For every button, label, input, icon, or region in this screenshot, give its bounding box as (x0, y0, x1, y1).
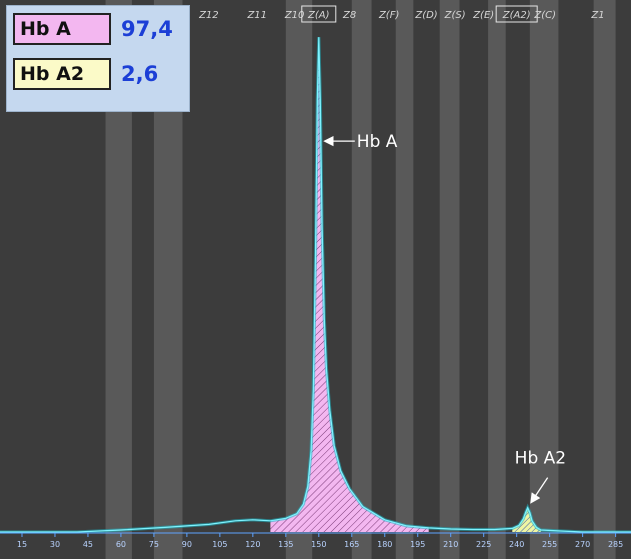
zone-band (395, 0, 414, 559)
x-tick-label: 30 (50, 540, 60, 549)
zone-band (351, 0, 372, 559)
x-tick-label: 195 (410, 540, 425, 549)
zone-label: Z8 (342, 10, 356, 21)
zone-label: Z(F) (378, 10, 399, 21)
legend-value: 2,6 (121, 62, 159, 86)
results-legend: Hb A 97,4 Hb A2 2,6 (6, 5, 190, 112)
zone-label: Z(A2) (502, 10, 531, 21)
x-tick-label: 240 (509, 540, 524, 549)
x-tick-label: 15 (17, 540, 27, 549)
zone-label: Z(C) (533, 10, 556, 21)
x-tick-label: 180 (377, 540, 392, 549)
x-tick-label: 135 (278, 540, 293, 549)
x-tick-label: 120 (245, 540, 260, 549)
zone-label: Z11 (246, 10, 267, 21)
x-tick-label: 270 (575, 540, 590, 549)
zone-label: Z(D) (414, 10, 437, 21)
zone-band (488, 0, 506, 559)
zone-band (529, 0, 559, 559)
x-tick-label: 90 (182, 540, 192, 549)
x-tick-label: 60 (116, 540, 126, 549)
x-tick-label: 225 (476, 540, 491, 549)
x-tick-label: 210 (443, 540, 458, 549)
zone-label: Z(E) (472, 10, 494, 21)
x-tick-label: 285 (608, 540, 623, 549)
zone-band (593, 0, 616, 559)
legend-value: 97,4 (121, 17, 173, 41)
zone-label: Z(S) (444, 10, 466, 21)
legend-row-hb-a: Hb A 97,4 (13, 12, 173, 46)
zone-label: Z(A) (307, 10, 330, 21)
legend-row-hb-a2: Hb A2 2,6 (13, 57, 158, 91)
zone-label: Z12 (198, 10, 219, 21)
x-tick-label: 75 (149, 540, 159, 549)
x-tick-label: 105 (212, 540, 227, 549)
x-tick-label: 45 (83, 540, 93, 549)
annotation-label: Hb A (357, 132, 398, 152)
x-tick-label: 255 (542, 540, 557, 549)
x-tick-label: 165 (344, 540, 359, 549)
zone-band (439, 0, 460, 559)
zone-label: Z1 (590, 10, 604, 21)
legend-label-box: Hb A2 (13, 58, 111, 90)
annotation-label: Hb A2 (515, 449, 566, 469)
legend-label-box: Hb A (13, 13, 111, 45)
x-tick-label: 150 (311, 540, 326, 549)
